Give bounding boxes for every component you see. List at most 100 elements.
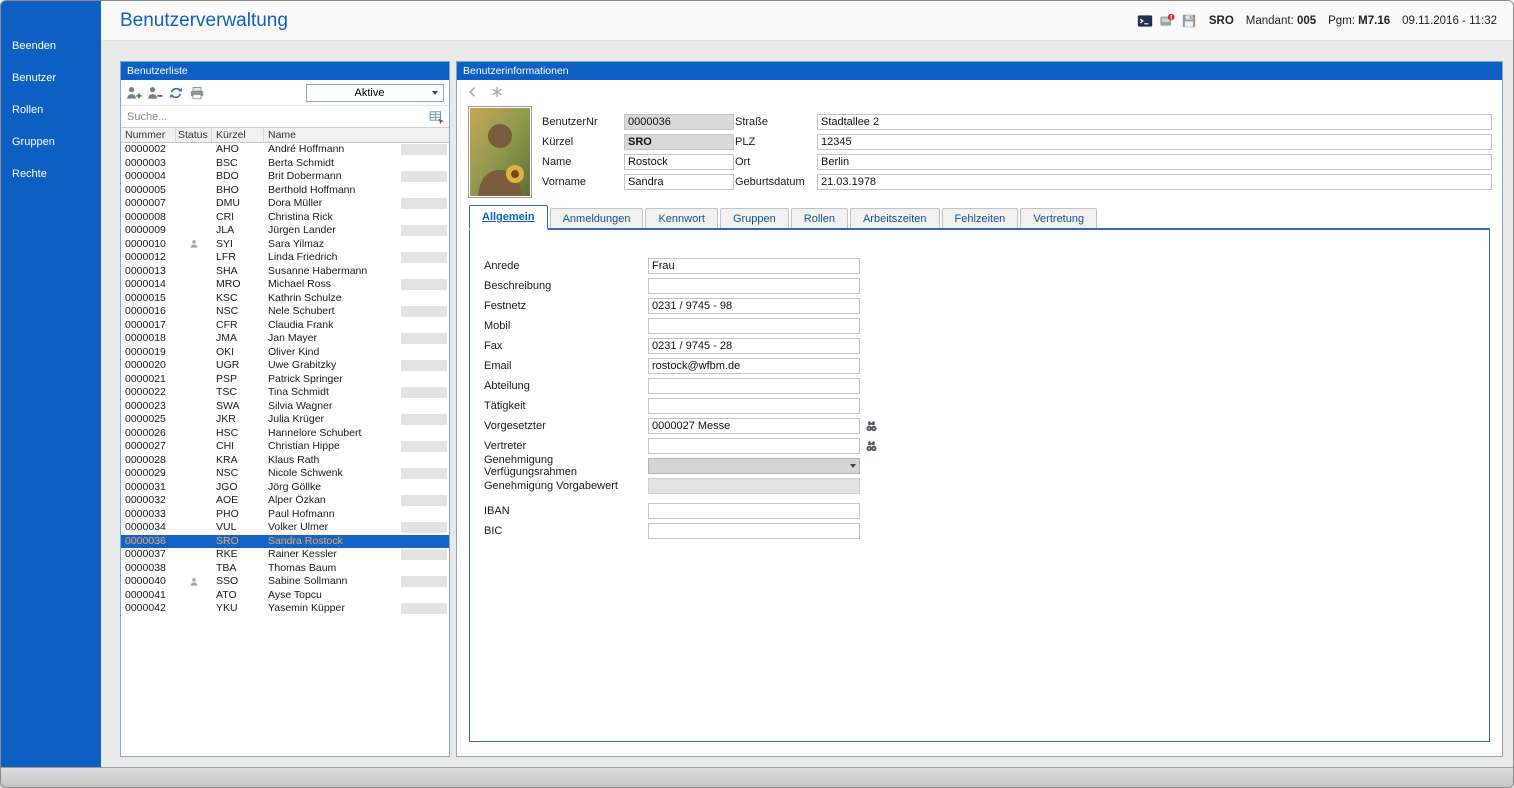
tab-rollen[interactable]: Rollen [790, 208, 848, 228]
field-festnetz[interactable] [648, 298, 860, 314]
tab-allgemein[interactable]: Allgemein [469, 205, 548, 230]
table-row[interactable]: 0000012 LFR Linda Friedrich [121, 251, 449, 265]
tab-gruppen[interactable]: Gruppen [719, 208, 789, 228]
remove-user-icon[interactable] [147, 85, 163, 101]
table-row[interactable]: 0000008 CRI Christina Rick [121, 211, 449, 225]
table-row[interactable]: 0000029 NSC Nicole Schwenk [121, 467, 449, 481]
field-email[interactable] [648, 358, 860, 374]
cell-name: Hannelore Schubert [268, 426, 362, 439]
table-row[interactable]: 0000017 CFR Claudia Frank [121, 319, 449, 333]
table-row[interactable]: 0000025 JKR Julia Krüger [121, 413, 449, 427]
field-fax[interactable] [648, 338, 860, 354]
tab-kennwort[interactable]: Kennwort [645, 208, 718, 228]
cell-name: Dora Müller [268, 197, 323, 209]
cell-nummer: 0000016 [125, 305, 166, 317]
table-row[interactable]: 0000013 SHA Susanne Habermann [121, 265, 449, 279]
filter-dropdown[interactable]: Aktive [306, 83, 444, 102]
table-row[interactable]: 0000007 DMU Dora Müller [121, 197, 449, 211]
cell-name: Alper Özkan [268, 494, 326, 506]
row-endcap [401, 387, 447, 398]
table-row[interactable]: 0000042 YKU Yasemin Küpper [121, 602, 449, 616]
field-genehmigung-verfugungsrahmen[interactable] [648, 458, 860, 474]
field-vorgesetzter[interactable] [648, 418, 860, 434]
row-endcap [401, 360, 447, 371]
field-vertreter[interactable] [648, 438, 860, 454]
column-header-nummer[interactable]: Nummer [121, 128, 176, 142]
field-vorname[interactable] [624, 174, 734, 190]
field-iban[interactable] [648, 503, 860, 519]
table-row[interactable]: 0000015 KSC Kathrin Schulze [121, 292, 449, 306]
column-header-kurzel[interactable]: Kürzel [212, 128, 264, 142]
table-row[interactable]: 0000019 OKI Oliver Kind [121, 346, 449, 360]
save-icon[interactable] [1181, 13, 1197, 29]
field-bic[interactable] [648, 523, 860, 539]
table-row[interactable]: 0000010 SYI Sara Yilmaz [121, 238, 449, 252]
tab-bar: Allgemein Anmeldungen Kennwort Gruppen Rolle… [469, 205, 1099, 230]
table-search-icon[interactable] [429, 109, 445, 125]
field-abteilung[interactable] [648, 378, 860, 394]
table-row[interactable]: 0000033 PHO Paul Hofmann [121, 508, 449, 522]
binoculars-icon[interactable] [865, 420, 878, 433]
tab-fehlzeiten[interactable]: Fehlzeiten [941, 208, 1019, 228]
sidebar-item-rechte[interactable]: Rechte [1, 167, 101, 199]
table-row[interactable]: 0000034 VUL Volker Ulmer [121, 521, 449, 535]
field-name[interactable] [624, 154, 734, 170]
tab-arbeitszeiten[interactable]: Arbeitszeiten [849, 208, 940, 228]
field-label-benutzernr: BenutzerNr [542, 116, 598, 128]
sidebar-item-benutzer[interactable]: Benutzer [1, 71, 101, 103]
table-row[interactable]: 0000018 JMA Jan Mayer [121, 332, 449, 346]
table-row[interactable]: 0000037 RKE Rainer Kessler [121, 548, 449, 562]
cell-kuerzel: VUL [216, 521, 237, 533]
app-header: Benutzerverwaltung SRO Mandant: 005 Pgm:… [101, 1, 1513, 41]
table-row[interactable]: 0000040 SSO Sabine Sollmann [121, 575, 449, 589]
field-strasse[interactable] [817, 114, 1492, 130]
field-geburtsdatum[interactable] [817, 174, 1492, 190]
asterisk-icon[interactable] [489, 84, 505, 100]
table-row[interactable]: 0000021 PSP Patrick Springer [121, 373, 449, 387]
column-header-status[interactable]: Status [176, 128, 212, 142]
sidebar-item-beenden[interactable]: Beenden [1, 39, 101, 71]
table-row[interactable]: 0000009 JLA Jürgen Lander [121, 224, 449, 238]
cell-status [176, 184, 212, 198]
terminal-icon[interactable] [1137, 13, 1153, 29]
table-row[interactable]: 0000031 JGO Jörg Göllke [121, 481, 449, 495]
table-row[interactable]: 0000023 SWA Silvia Wagner [121, 400, 449, 414]
table-row[interactable]: 0000027 CHI Christian Hippe [121, 440, 449, 454]
table-row[interactable]: 0000026 HSC Hannelore Schubert [121, 427, 449, 441]
table-row[interactable]: 0000003 BSC Berta Schmidt [121, 157, 449, 171]
print-icon[interactable] [189, 85, 205, 101]
table-row[interactable]: 0000020 UGR Uwe Grabitzky [121, 359, 449, 373]
tab-vertretung[interactable]: Vertretung [1020, 208, 1098, 228]
sidebar-item-rollen[interactable]: Rollen [1, 103, 101, 135]
nav-left-icon[interactable] [465, 84, 481, 100]
add-user-icon[interactable] [126, 85, 142, 101]
table-row[interactable]: 0000016 NSC Nele Schubert [121, 305, 449, 319]
binoculars-icon[interactable] [865, 440, 878, 453]
refresh-icon[interactable] [168, 85, 184, 101]
field-ort[interactable] [817, 154, 1492, 170]
field-mobil[interactable] [648, 318, 860, 334]
sidebar-item-gruppen[interactable]: Gruppen [1, 135, 101, 167]
cell-status [176, 305, 212, 319]
field-anrede[interactable] [648, 258, 860, 274]
table-row[interactable]: 0000041 ATO Ayse Topcu [121, 589, 449, 603]
search-input[interactable] [125, 109, 429, 124]
table-row[interactable]: 0000036 SRO Sandra Rostock [121, 534, 449, 548]
field-plz[interactable] [817, 134, 1492, 150]
table-row[interactable]: 0000032 AOE Alper Özkan [121, 494, 449, 508]
table-row[interactable]: 0000004 BDO Brit Dobermann [121, 170, 449, 184]
search-row [121, 106, 449, 128]
table-row[interactable]: 0000022 TSC Tina Schmidt [121, 386, 449, 400]
field-tatigkeit[interactable] [648, 398, 860, 414]
cell-name: Oliver Kind [268, 345, 320, 358]
identity-row: Ort [735, 152, 1492, 172]
column-header-name[interactable]: Name [264, 128, 449, 142]
table-row[interactable]: 0000038 TBA Thomas Baum [121, 562, 449, 576]
tab-anmeldungen[interactable]: Anmeldungen [549, 208, 644, 228]
table-row[interactable]: 0000002 AHO André Hoffmann [121, 143, 449, 157]
table-row[interactable]: 0000005 BHO Berthold Hoffmann [121, 184, 449, 198]
table-row[interactable]: 0000028 KRA Klaus Rath [121, 454, 449, 468]
field-beschreibung[interactable] [648, 278, 860, 294]
alert-icon[interactable] [1159, 13, 1175, 29]
table-row[interactable]: 0000014 MRO Michael Ross [121, 278, 449, 292]
